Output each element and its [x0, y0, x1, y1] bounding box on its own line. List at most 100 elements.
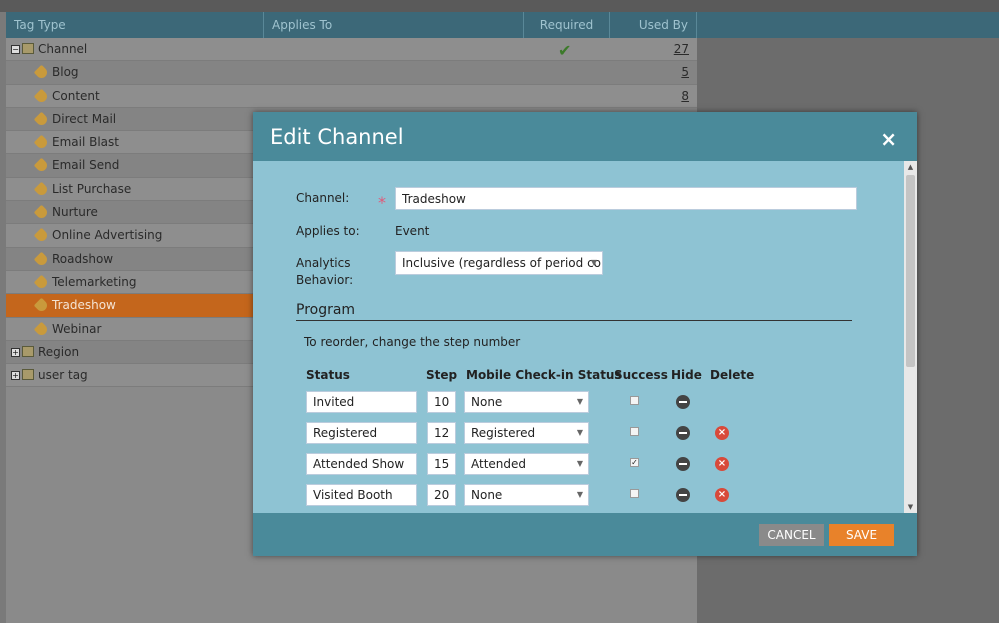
tag-label: Email Send: [52, 158, 120, 173]
tag-label: Roadshow: [52, 251, 114, 266]
column-header-applies-to[interactable]: Applies To: [264, 12, 524, 38]
tag-label: Webinar: [52, 321, 102, 336]
hide-icon[interactable]: [676, 457, 690, 471]
dialog-scrollbar[interactable]: ▲ ▼: [904, 161, 917, 513]
status-column-header: Status: [306, 368, 350, 382]
save-button[interactable]: SAVE: [829, 524, 894, 546]
status-name-input[interactable]: [306, 391, 417, 413]
scroll-thumb[interactable]: [906, 175, 915, 367]
delete-icon[interactable]: ×: [715, 457, 729, 471]
hide-icon[interactable]: [676, 426, 690, 440]
analytics-label-line2: Behavior:: [296, 273, 354, 287]
column-header-tag-type[interactable]: Tag Type: [6, 12, 264, 38]
mobile-checkin-select[interactable]: None ▼: [464, 484, 589, 506]
cancel-button[interactable]: CANCEL: [759, 524, 824, 546]
tag-label: Nurture: [52, 205, 98, 220]
program-section-title: Program: [296, 302, 356, 318]
tag-folder-icon: [22, 345, 34, 357]
mobile-checkin-value: None: [471, 395, 503, 409]
tag-folder-icon: [22, 369, 34, 381]
mobile-checkin-select[interactable]: Registered ▼: [464, 422, 589, 444]
tag-icon: [33, 274, 50, 291]
applies-to-label: Applies to:: [296, 224, 360, 238]
tag-icon: [33, 251, 50, 267]
chevron-down-icon: ▼: [576, 459, 583, 468]
analytics-label-line1: Analytics: [296, 256, 351, 270]
mobile-checkin-value: None: [471, 488, 503, 502]
top-bar: [0, 0, 999, 12]
delete-icon[interactable]: ×: [715, 488, 729, 502]
status-name-input[interactable]: [306, 453, 417, 475]
success-checkbox[interactable]: [630, 489, 639, 498]
column-header-used-by[interactable]: Used By: [610, 12, 697, 38]
expand-icon[interactable]: +: [11, 347, 20, 357]
close-icon[interactable]: ×: [880, 127, 897, 151]
scroll-down-icon[interactable]: ▼: [904, 501, 917, 513]
tag-label: Channel: [38, 42, 88, 56]
section-divider: [296, 320, 852, 321]
chevron-down-icon: ▼: [576, 428, 583, 437]
tag-icon: [33, 158, 50, 174]
tag-icon: [33, 134, 50, 151]
analytics-behavior-select[interactable]: Inclusive (regardless of period co ▼: [395, 251, 603, 275]
used-by-link[interactable]: 8: [681, 85, 689, 108]
dialog-body: Channel: * Applies to: Event Analytics B…: [253, 161, 917, 513]
step-input[interactable]: [427, 391, 456, 413]
tag-icon: [33, 321, 50, 337]
dialog-footer: CANCEL SAVE: [253, 513, 917, 556]
status-name-input[interactable]: [306, 422, 417, 444]
status-name-input[interactable]: [306, 484, 417, 506]
chevron-down-icon: ▼: [576, 490, 583, 499]
tag-label: Tradeshow: [52, 298, 116, 313]
mobile-checkin-select[interactable]: Attended ▼: [464, 453, 589, 475]
success-checkbox[interactable]: [630, 427, 639, 436]
tag-icon: [33, 228, 50, 244]
step-input[interactable]: [427, 422, 456, 444]
channel-label: Channel:: [296, 191, 350, 205]
table-row[interactable]: Content 8: [6, 84, 697, 108]
scroll-up-icon[interactable]: ▲: [904, 161, 917, 173]
table-row[interactable]: Blog 5: [6, 61, 697, 85]
delete-column-header: Delete: [710, 368, 755, 382]
tag-label: Online Advertising: [52, 228, 163, 243]
tag-label: Telemarketing: [52, 274, 137, 289]
tag-label: List Purchase: [52, 181, 132, 196]
used-by-link[interactable]: 27: [674, 38, 689, 61]
channel-name-input[interactable]: [395, 187, 857, 210]
mobile-checkin-value: Registered: [471, 426, 536, 440]
tag-icon: [33, 204, 50, 221]
step-column-header: Step: [426, 368, 458, 382]
tag-icon: [33, 88, 50, 104]
expand-icon[interactable]: +: [11, 371, 20, 381]
success-checkbox[interactable]: ✓: [630, 458, 639, 467]
hide-icon[interactable]: [676, 395, 690, 409]
grid-header: Tag Type Applies To Required Used By: [6, 12, 999, 38]
hide-icon[interactable]: [676, 488, 690, 502]
table-row[interactable]: − Channel ✔ 27: [6, 38, 697, 62]
chevron-down-icon: ▼: [590, 258, 597, 267]
analytics-behavior-value: Inclusive (regardless of period co: [402, 256, 602, 270]
column-header-required[interactable]: Required: [524, 12, 610, 38]
delete-icon[interactable]: ×: [715, 426, 729, 440]
success-checkbox[interactable]: [630, 396, 639, 405]
step-input[interactable]: [427, 484, 456, 506]
tag-label: Direct Mail: [52, 111, 117, 126]
collapse-icon[interactable]: −: [11, 45, 20, 54]
used-by-link[interactable]: 5: [681, 61, 689, 84]
hide-column-header: Hide: [671, 368, 702, 382]
chevron-down-icon: ▼: [576, 397, 583, 406]
tag-icon: [33, 181, 50, 198]
tag-label: Blog: [52, 65, 79, 80]
tag-icon: [33, 297, 50, 314]
tag-label: Email Blast: [52, 135, 119, 150]
required-star-icon: *: [378, 193, 386, 212]
mobile-checkin-select[interactable]: None ▼: [464, 391, 589, 413]
step-input[interactable]: [427, 453, 456, 475]
dialog-title: Edit Channel: [270, 125, 404, 149]
mobile-checkin-column-header: Mobile Check-in Status: [466, 368, 622, 382]
tag-folder-icon: [22, 43, 34, 54]
tag-label: Region: [38, 344, 80, 359]
reorder-hint: To reorder, change the step number: [304, 335, 521, 349]
edit-channel-dialog: Edit Channel × Channel: * Applies to: Ev…: [253, 112, 917, 556]
tag-label: Content: [52, 88, 100, 103]
